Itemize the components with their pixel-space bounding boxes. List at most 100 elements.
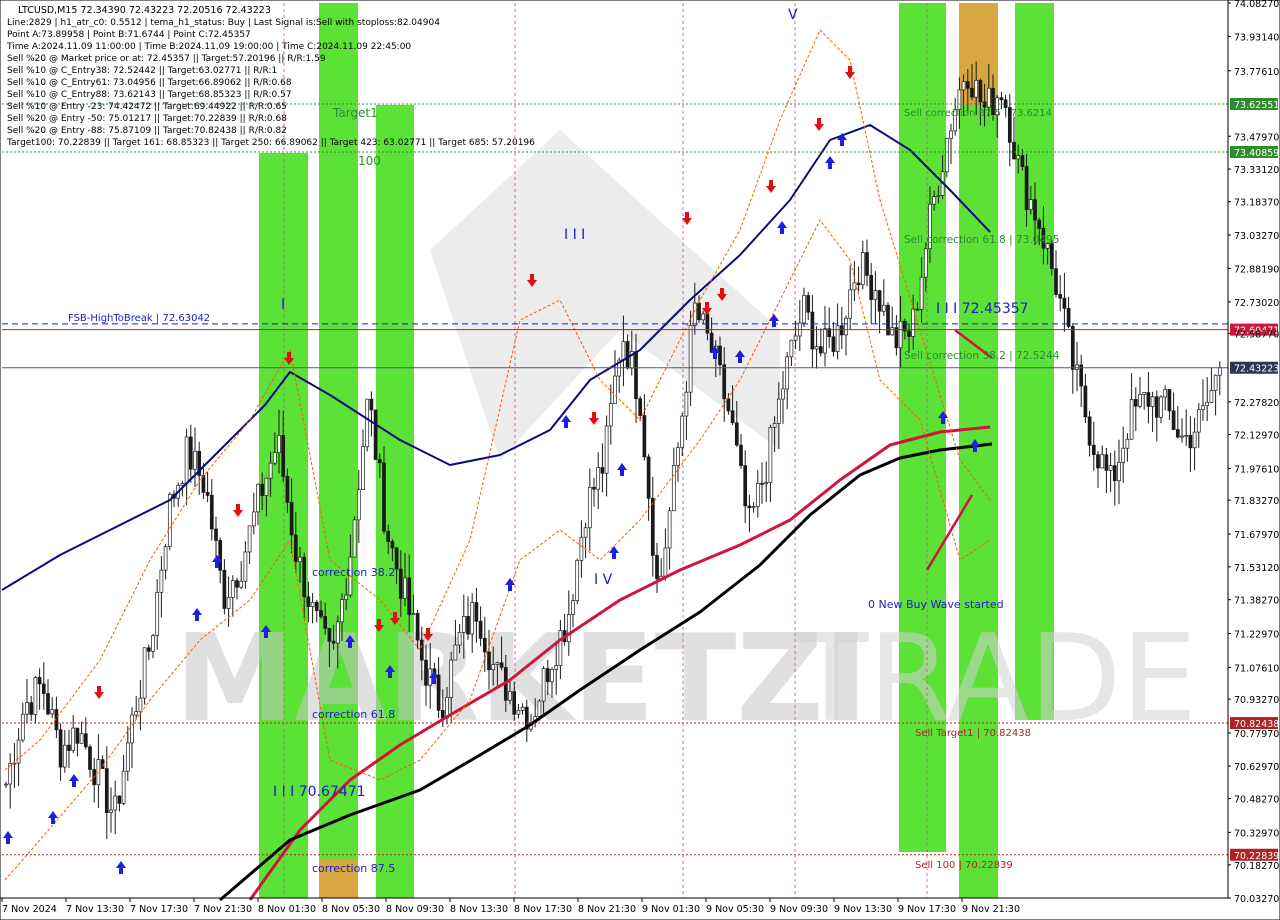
info-line: Line:2829 | h1_atr_c0: 0.5512 | tema_h1_… xyxy=(7,18,440,28)
bear-candle xyxy=(104,768,109,813)
bull-candle xyxy=(881,304,886,312)
chart-annotation: I V xyxy=(594,572,613,588)
bull-candle xyxy=(692,302,697,326)
bear-candle xyxy=(869,275,874,300)
bull-candle xyxy=(1121,447,1126,463)
bear-candle xyxy=(655,555,659,580)
bear-candle xyxy=(41,683,46,694)
chart-annotation: 0 New Buy Wave started xyxy=(868,598,1004,611)
bull-candle xyxy=(62,744,67,768)
price-chart[interactable]: MARKETZITRADE Sell correction 87.5 | 73.… xyxy=(0,0,1280,920)
bull-candle xyxy=(890,327,895,336)
y-tick-label: 72.12970 xyxy=(1234,431,1279,442)
bull-candle xyxy=(844,317,848,336)
x-tick-label: 7 Nov 17:30 xyxy=(130,904,188,915)
bear-candle xyxy=(739,444,743,466)
info-line: Sell %10 @ C_Entry61: 73.04956 || Target… xyxy=(7,78,292,88)
bull-candle xyxy=(537,700,542,717)
bear-candle xyxy=(369,398,374,411)
bull-candle xyxy=(155,591,160,636)
bear-candle xyxy=(886,304,890,336)
info-line: Sell %10 @ C_Entry38: 72.52442 || Target… xyxy=(7,66,277,76)
bull-candle xyxy=(919,276,924,310)
bull-candle xyxy=(516,709,521,715)
bull-candle xyxy=(163,546,168,571)
bear-candle xyxy=(75,727,80,744)
x-tick-label: 8 Nov 09:30 xyxy=(386,904,444,915)
bear-candle xyxy=(306,596,311,608)
y-tick-label: 72.58770 xyxy=(1234,329,1279,340)
bull-candle xyxy=(848,289,853,319)
bull-candle xyxy=(79,733,84,744)
bull-candle xyxy=(251,511,256,527)
sell-arrow-icon xyxy=(589,412,599,425)
bear-candle xyxy=(810,311,815,350)
y-tick-label: 71.53120 xyxy=(1234,563,1279,574)
bull-candle xyxy=(109,809,113,813)
bear-candle xyxy=(394,547,399,570)
bull-candle xyxy=(701,313,706,321)
bear-candle xyxy=(1133,399,1138,407)
bull-candle xyxy=(33,677,38,715)
bull-candle xyxy=(239,580,244,588)
y-tick-label: 71.22970 xyxy=(1234,629,1279,640)
chart-root: MARKETZI TRADE Sell correction 87.5 | 73.… xyxy=(0,0,1280,920)
bull-candle xyxy=(20,713,25,741)
bull-candle xyxy=(1213,374,1218,391)
signal-markers xyxy=(3,66,980,874)
bull-candle xyxy=(680,415,685,449)
bull-candle xyxy=(1180,435,1184,438)
y-tick-label: 72.88190 xyxy=(1234,264,1279,275)
bull-candle xyxy=(4,783,8,786)
bear-candle xyxy=(314,601,319,611)
bull-candle xyxy=(936,195,941,197)
bull-candle xyxy=(365,398,370,448)
chart-annotation: correction 87.5 xyxy=(312,862,395,875)
bull-candle xyxy=(554,665,559,670)
bull-candle xyxy=(491,664,496,671)
bear-candle xyxy=(424,659,428,686)
bear-candle xyxy=(281,434,286,477)
bull-candle xyxy=(676,447,680,466)
bull-candle xyxy=(1129,399,1134,440)
x-tick-label: 7 Nov 13:30 xyxy=(66,904,124,915)
bear-candle xyxy=(730,410,735,424)
bull-candle xyxy=(130,714,134,744)
y-tick-label: 73.03270 xyxy=(1234,231,1279,242)
chart-annotation: I I I 70.67471 xyxy=(273,784,366,800)
bull-candle xyxy=(403,577,407,599)
bear-candle xyxy=(58,729,63,768)
bull-candle xyxy=(142,647,147,699)
moving-averages xyxy=(1,29,993,902)
bull-candle xyxy=(579,536,584,561)
y-tick-label: 72.43223 xyxy=(1234,364,1279,375)
bull-candle xyxy=(575,559,580,601)
bull-candle xyxy=(193,450,197,470)
bear-candle xyxy=(1087,416,1092,446)
bull-candle xyxy=(1138,394,1142,407)
x-tick-label: 9 Nov 01:30 xyxy=(642,904,700,915)
buy-arrow-icon xyxy=(48,811,58,824)
bear-candle xyxy=(760,483,764,485)
buy-arrow-icon xyxy=(3,831,13,844)
bull-candle xyxy=(793,335,798,341)
buy-arrow-icon xyxy=(69,774,79,787)
bull-candle xyxy=(1125,438,1130,449)
bear-candle xyxy=(545,668,550,683)
bull-candle xyxy=(772,423,777,428)
bull-candle xyxy=(852,282,857,291)
bull-candle xyxy=(671,465,676,512)
bear-candle xyxy=(512,691,517,715)
chart-annotation: I I I xyxy=(564,227,585,243)
bull-candle xyxy=(151,635,155,652)
bull-candle xyxy=(550,669,554,683)
bear-candle xyxy=(894,327,899,349)
bull-candle xyxy=(167,493,172,547)
bull-candle xyxy=(860,252,865,286)
y-tick-label: 71.67970 xyxy=(1234,530,1279,541)
bull-candle xyxy=(1163,389,1168,398)
bull-candle xyxy=(298,556,302,563)
bear-candle xyxy=(482,638,487,653)
watermark-text: MARKETZI xyxy=(175,610,868,749)
y-tick-label: 73.18370 xyxy=(1234,198,1279,209)
